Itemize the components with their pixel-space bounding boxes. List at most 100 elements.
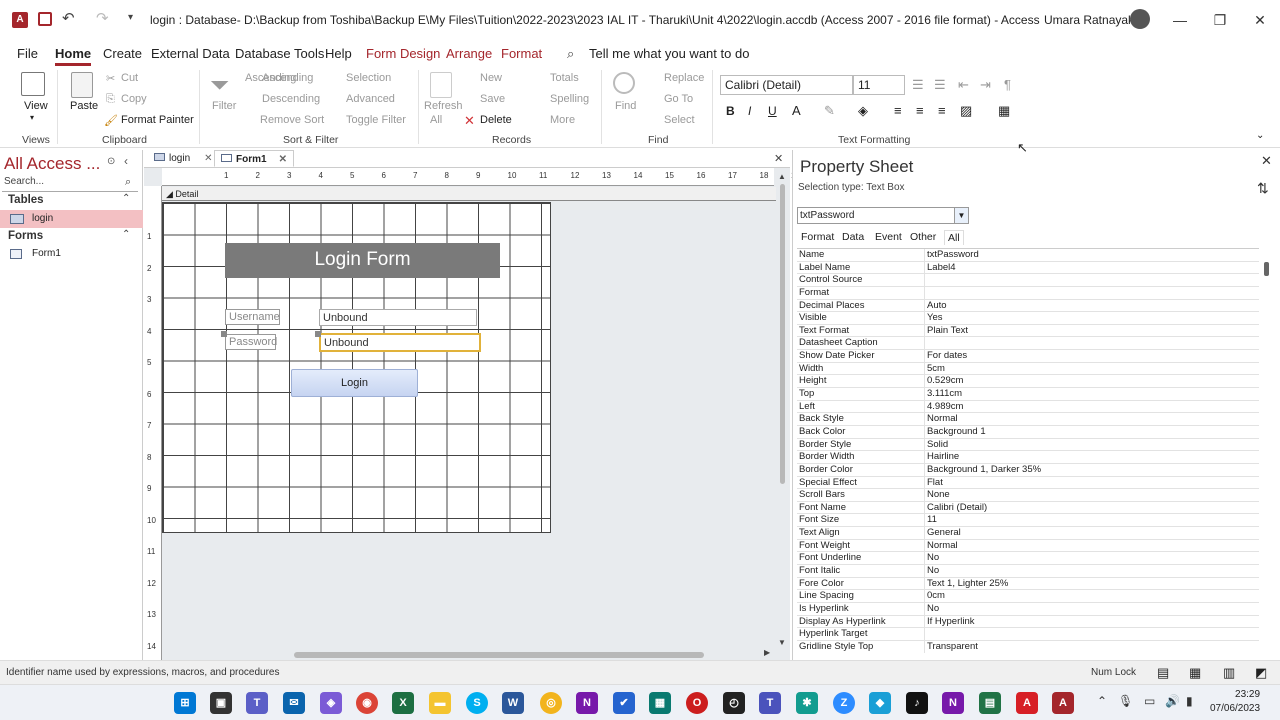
password-textbox[interactable]: Unbound: [319, 333, 481, 352]
delete-button[interactable]: Delete: [480, 114, 512, 126]
tab-arrange[interactable]: Arrange: [446, 46, 492, 61]
app-icon[interactable]: ◎: [540, 692, 562, 714]
tell-me-search[interactable]: Tell me what you want to do: [589, 46, 749, 61]
fill-color-icon[interactable]: ◈: [858, 103, 868, 119]
close-document-icon[interactable]: ✕: [774, 152, 783, 165]
property-row[interactable]: Text Align General: [797, 527, 1259, 540]
align-right-icon[interactable]: ≡: [938, 103, 946, 118]
close-icon[interactable]: ✕: [1245, 8, 1275, 32]
nav-item-form1[interactable]: Form1: [0, 245, 143, 263]
nav-header[interactable]: All Access ...: [4, 154, 100, 174]
property-value[interactable]: No: [925, 565, 1259, 577]
advanced-button[interactable]: Advanced: [346, 93, 395, 105]
numbering-icon[interactable]: ☰: [934, 77, 946, 93]
microphone-icon[interactable]: 🎙: [1118, 694, 1133, 708]
new-record-button[interactable]: New: [480, 72, 502, 84]
customize-qat-icon[interactable]: ▾: [128, 12, 133, 23]
clock[interactable]: 23:29 07/06/2023: [1210, 688, 1260, 716]
close-icon[interactable]: ✕: [279, 154, 287, 165]
property-value[interactable]: 4.989cm: [925, 401, 1259, 413]
property-value[interactable]: 3.111cm: [925, 388, 1259, 400]
onenote-icon[interactable]: N: [942, 692, 964, 714]
property-value[interactable]: Calibri (Detail): [925, 502, 1259, 514]
datasheet-view-icon[interactable]: ◩: [1255, 665, 1267, 681]
network-icon[interactable]: ▭: [1144, 694, 1155, 708]
font-color-icon[interactable]: A: [792, 103, 801, 118]
file-explorer-icon[interactable]: ▬: [429, 692, 451, 714]
property-value[interactable]: Flat: [925, 477, 1259, 489]
nav-search-input[interactable]: Search...: [2, 176, 138, 192]
sort-icon[interactable]: ⇅: [1257, 180, 1269, 197]
mail-icon[interactable]: ✉: [283, 692, 305, 714]
property-tab-other[interactable]: Other: [907, 230, 939, 244]
todo-icon[interactable]: ✔: [613, 692, 635, 714]
property-row[interactable]: Special Effect Flat: [797, 476, 1259, 490]
excel-icon[interactable]: X: [392, 692, 414, 714]
property-row[interactable]: Visible Yes: [797, 312, 1259, 325]
clock-app-icon[interactable]: ◴: [723, 692, 745, 714]
find-button[interactable]: Find: [615, 100, 636, 112]
property-value[interactable]: None: [925, 489, 1259, 501]
chevron-down-icon[interactable]: ▼: [954, 208, 968, 223]
start-icon[interactable]: ⊞: [174, 692, 196, 714]
property-row[interactable]: Scroll Bars None: [797, 489, 1259, 502]
paste-button[interactable]: Paste: [70, 100, 98, 112]
chevron-down-icon[interactable]: ▾: [30, 113, 34, 122]
chevron-up-icon[interactable]: ⌃: [1097, 694, 1107, 708]
property-row[interactable]: Hyperlink Target: [797, 628, 1259, 641]
save-record-button[interactable]: Save: [480, 93, 505, 105]
nav-item-login-table[interactable]: login: [0, 210, 143, 228]
access-icon[interactable]: A: [1052, 692, 1074, 714]
teams-icon[interactable]: T: [246, 692, 268, 714]
minimize-icon[interactable]: —: [1165, 8, 1195, 32]
property-row[interactable]: Border Width Hairline: [797, 451, 1259, 464]
paste-icon[interactable]: [71, 72, 93, 98]
refresh-all-button-line2[interactable]: All: [430, 114, 442, 126]
highlight-icon[interactable]: ✎: [824, 103, 835, 119]
toggle-filter-button[interactable]: Toggle Filter: [346, 114, 406, 126]
property-value[interactable]: [925, 628, 1259, 640]
collapse-icon[interactable]: ⌃: [122, 193, 130, 204]
property-row[interactable]: Font Name Calibri (Detail): [797, 501, 1259, 515]
user-name[interactable]: Umara Ratnayake: [1044, 13, 1141, 27]
property-value[interactable]: Hairline: [925, 451, 1259, 463]
property-row[interactable]: Back Style Normal: [797, 413, 1259, 426]
property-row[interactable]: Width 5cm: [797, 362, 1259, 376]
more-button[interactable]: More: [550, 114, 575, 126]
tiktok-icon[interactable]: ♪: [906, 692, 928, 714]
app-icon[interactable]: ◆: [869, 692, 891, 714]
password-label[interactable]: Password: [225, 334, 277, 350]
tab-format[interactable]: Format: [501, 46, 542, 61]
property-row[interactable]: Is Hyperlink No: [797, 602, 1259, 616]
property-row[interactable]: Name txtPassword: [797, 249, 1259, 262]
property-value[interactable]: [925, 274, 1259, 286]
property-value[interactable]: Normal: [925, 413, 1259, 425]
property-row[interactable]: Label Name Label4: [797, 261, 1259, 275]
doc-tab-form1[interactable]: Form1 ✕: [214, 150, 294, 167]
property-row[interactable]: Height 0.529cm: [797, 375, 1259, 389]
property-value[interactable]: General: [925, 527, 1259, 539]
save-icon[interactable]: [38, 12, 52, 26]
collapse-ribbon-icon[interactable]: ⌄: [1256, 130, 1264, 141]
property-tab-event[interactable]: Event: [872, 230, 905, 244]
search-icon[interactable]: ⌕: [125, 176, 131, 189]
font-size-combo[interactable]: 11: [853, 75, 905, 95]
background-image-icon[interactable]: ▨: [960, 103, 972, 119]
align-center-icon[interactable]: ≡: [916, 103, 924, 118]
property-row[interactable]: Font Italic No: [797, 565, 1259, 578]
property-value[interactable]: Background 1: [925, 426, 1259, 438]
property-value[interactable]: Auto: [925, 300, 1259, 312]
calendar-icon[interactable]: ▦: [649, 692, 671, 714]
select-button[interactable]: Select: [664, 114, 695, 126]
property-value[interactable]: Background 1, Darker 35%: [925, 464, 1259, 476]
property-tab-format[interactable]: Format: [798, 230, 837, 244]
remove-sort-button[interactable]: Remove Sort: [260, 114, 324, 126]
tab-help[interactable]: Help: [325, 46, 352, 61]
property-scroll-thumb[interactable]: [1264, 262, 1269, 276]
battery-icon[interactable]: ▮: [1186, 694, 1193, 708]
detail-grid[interactable]: Login Form Username Password Unbound Unb…: [162, 202, 551, 533]
property-value[interactable]: No: [925, 552, 1259, 564]
copy-button[interactable]: Copy: [121, 93, 147, 105]
form-title-label[interactable]: Login Form: [225, 243, 500, 278]
selection-button[interactable]: Selection: [346, 72, 391, 84]
